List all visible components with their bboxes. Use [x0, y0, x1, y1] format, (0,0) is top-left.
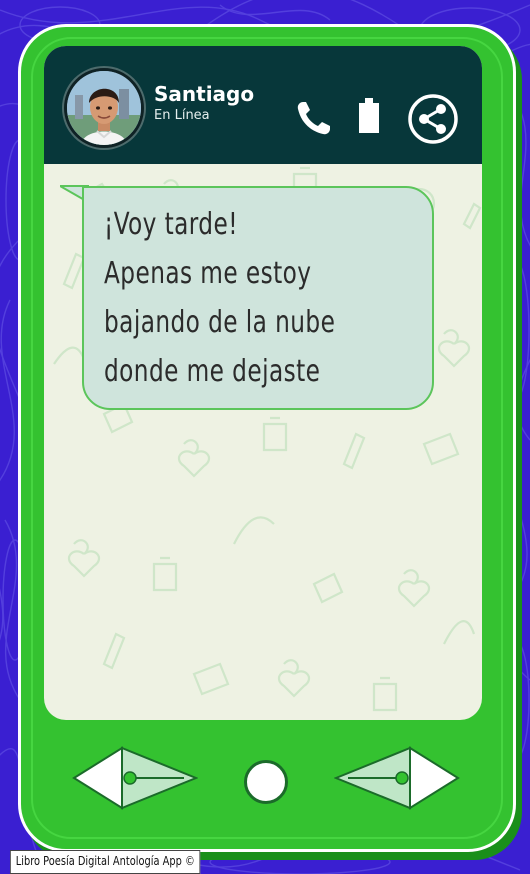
chat-screen: Santiago En Línea ¡Voy tarde! Apenas me …: [44, 46, 482, 720]
message-text: ¡Voy tarde! Apenas me estoy bajando de l…: [104, 200, 388, 396]
share-icon[interactable]: [406, 92, 460, 146]
arrow-left-icon[interactable]: [72, 746, 198, 810]
arrow-right-icon[interactable]: [334, 746, 460, 810]
avatar[interactable]: [64, 68, 144, 148]
message-line: Apenas me estoy: [104, 256, 312, 291]
message-line: bajando de la nube: [104, 305, 336, 340]
chat-header: Santiago En Línea: [44, 46, 482, 164]
battery-icon: [359, 98, 379, 133]
app-credit: Libro Poesía Digital Antología App ©: [10, 850, 201, 874]
home-circle-icon[interactable]: [244, 760, 288, 804]
avatar-illustration: [67, 71, 141, 145]
contact-name: Santiago: [154, 82, 255, 106]
phone-icon[interactable]: [294, 98, 334, 138]
message-line: donde me dejaste: [104, 354, 321, 389]
contact-status: En Línea: [154, 108, 210, 123]
message-line: ¡Voy tarde!: [104, 207, 238, 242]
